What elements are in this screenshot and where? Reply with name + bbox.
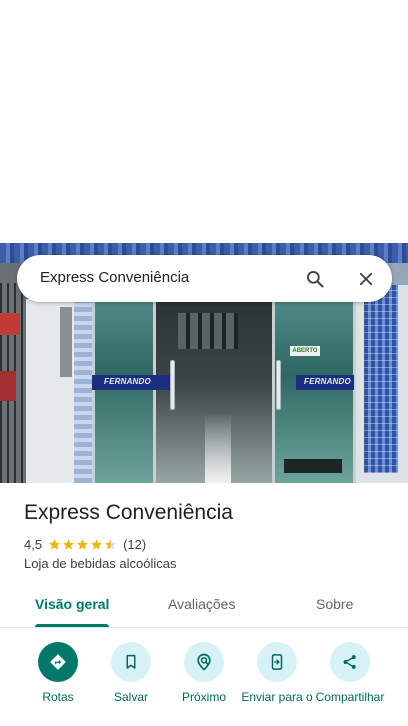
tab-about[interactable]: Sobre <box>316 596 353 612</box>
star-icon <box>91 538 102 550</box>
nearby-icon[interactable] <box>184 642 224 682</box>
open-sign: ABERTO <box>290 346 320 356</box>
directions-icon[interactable] <box>38 642 78 682</box>
bookmark-icon[interactable] <box>111 642 151 682</box>
tab-reviews[interactable]: Avaliações <box>168 596 235 612</box>
place-category: Loja de bebidas alcoólicas <box>24 556 177 571</box>
share-label: Compartilhar <box>315 690 385 704</box>
star-icon <box>63 538 74 550</box>
star-icon <box>49 538 60 550</box>
place-tabs: Visão geral Avaliações Sobre <box>0 590 408 628</box>
save-button[interactable]: Salvar <box>91 642 171 704</box>
share-icon[interactable] <box>330 642 370 682</box>
door-brand-left: FERNANDO <box>104 377 151 386</box>
tab-indicator <box>35 624 109 627</box>
rating-value: 4,5 <box>24 536 43 552</box>
save-label: Salvar <box>113 690 148 704</box>
nearby-label: Próximo <box>181 690 226 704</box>
send-to-phone-button[interactable]: Enviar para o <box>237 642 317 704</box>
door-brand-right: FERNANDO <box>304 377 351 386</box>
rating-stars <box>48 538 118 551</box>
close-icon[interactable] <box>353 266 379 292</box>
tab-overview[interactable]: Visão geral <box>35 596 109 612</box>
share-button[interactable]: Compartilhar <box>310 642 390 704</box>
star-half-icon <box>105 538 116 550</box>
directions-label: Rotas <box>42 690 74 704</box>
send-to-phone-icon[interactable] <box>257 642 297 682</box>
rating-row[interactable]: 4,5 (12) <box>24 535 146 553</box>
map-blank-area <box>0 0 408 243</box>
place-title: Express Conveniência <box>24 501 233 524</box>
nearby-button[interactable]: Próximo <box>164 642 244 704</box>
search-query[interactable]: Express Conveniência <box>40 269 189 286</box>
review-count[interactable]: (12) <box>123 537 146 552</box>
search-icon[interactable] <box>302 266 328 292</box>
directions-button[interactable]: Rotas <box>18 642 98 704</box>
send-to-phone-label: Enviar para o <box>241 690 313 704</box>
search-bar[interactable]: Express Conveniência <box>17 255 392 302</box>
star-icon <box>77 538 88 550</box>
